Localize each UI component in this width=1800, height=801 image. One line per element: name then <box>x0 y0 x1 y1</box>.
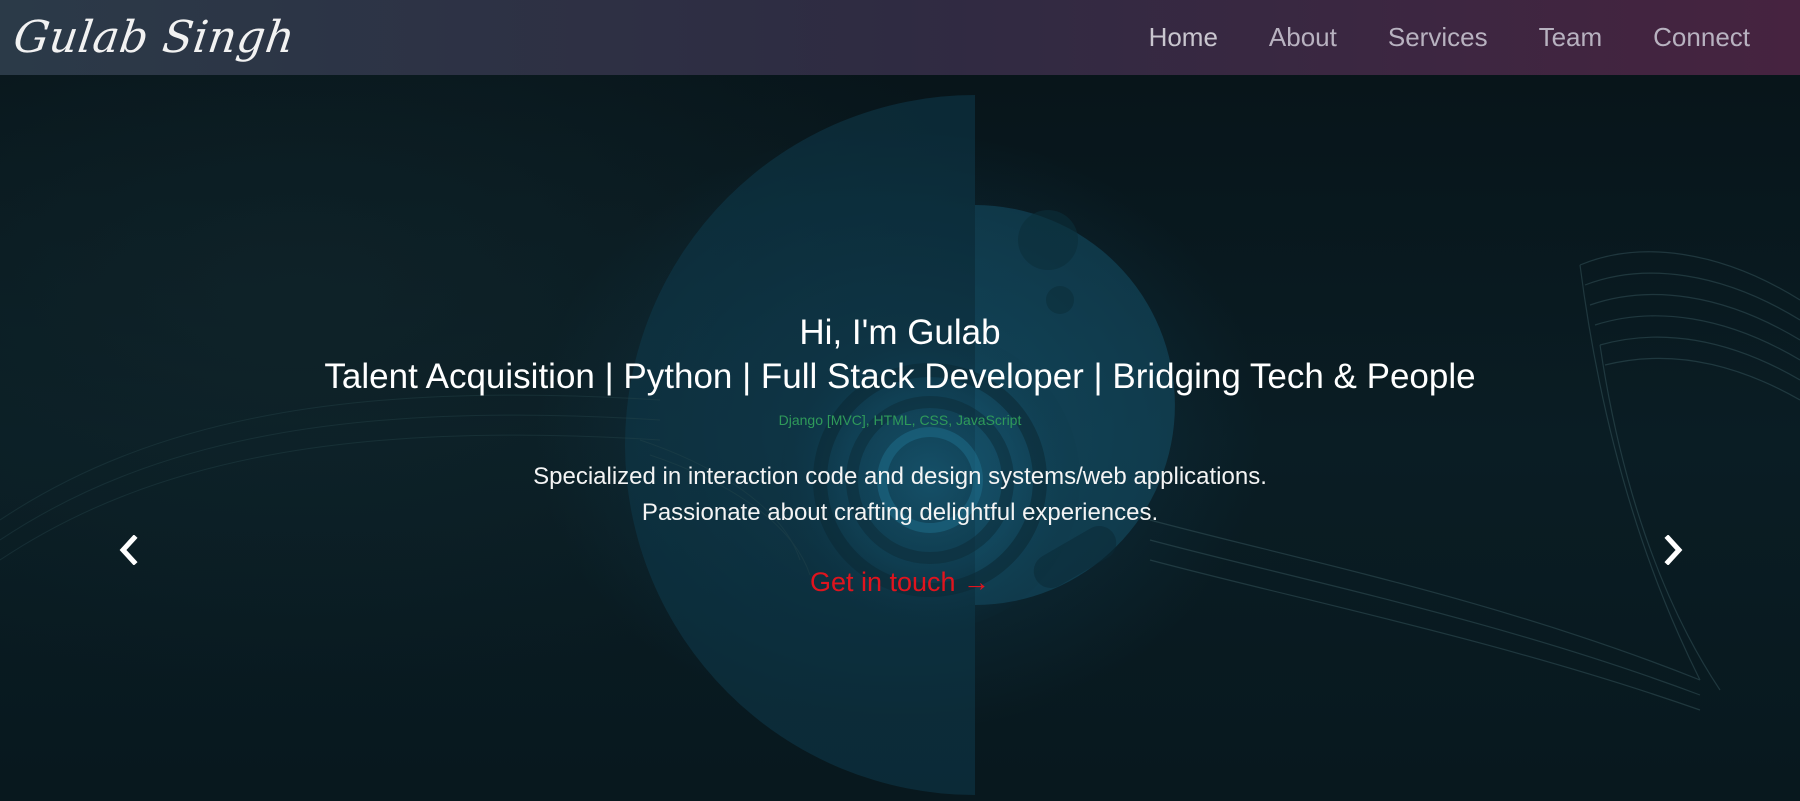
nav-item-team[interactable]: Team <box>1539 22 1603 53</box>
navbar: Gulab Singh Home About Services Team Con… <box>0 0 1800 75</box>
hero-title: Talent Acquisition | Python | Full Stack… <box>324 357 1476 396</box>
hero-description-line-2: Passionate about crafting delightful exp… <box>641 499 1159 526</box>
nav-item-about[interactable]: About <box>1269 22 1337 53</box>
hero-greeting: Hi, I'm Gulab <box>799 313 1001 352</box>
carousel-prev-button[interactable] <box>109 530 149 570</box>
nav-item-home[interactable]: Home <box>1149 22 1218 53</box>
chevron-left-icon <box>119 535 138 565</box>
hero-carousel: Hi, I'm Gulab Talent Acquisition | Pytho… <box>0 75 1800 801</box>
hero-tech-stack: Django [MVC], HTML, CSS, JavaScript <box>778 412 1022 428</box>
carousel-next-button[interactable] <box>1653 530 1693 570</box>
nav-links: Home About Services Team Connect <box>1149 22 1750 53</box>
get-in-touch-link[interactable]: Get in touch → <box>810 567 990 597</box>
cta-container: Get in touch → <box>0 566 1800 598</box>
page: Gulab Singh Home About Services Team Con… <box>0 0 1800 801</box>
hero-description: Specialized in interaction code and desi… <box>0 459 1800 531</box>
hero-description-line-1: Specialized in interaction code and desi… <box>533 463 1267 490</box>
brand-logo[interactable]: Gulab Singh <box>10 12 298 63</box>
nav-item-services[interactable]: Services <box>1388 22 1488 53</box>
chevron-right-icon <box>1664 535 1683 565</box>
nav-item-connect[interactable]: Connect <box>1653 22 1750 53</box>
